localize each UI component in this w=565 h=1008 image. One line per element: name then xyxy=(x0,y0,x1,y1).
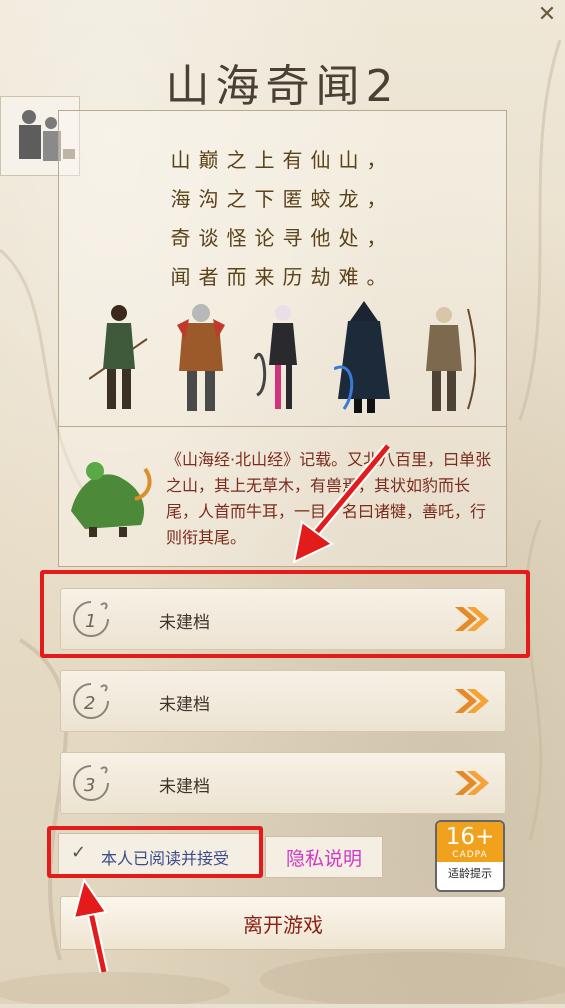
age-rating-caption: 适龄提示 xyxy=(437,862,503,886)
intro-poem: 山巅之上有仙山， 海沟之下匿蛟龙， 奇谈怪论寻他处， 闻者而来历劫难。 xyxy=(59,141,506,297)
highlight-box-save-slot-1 xyxy=(40,570,530,658)
double-chevron-right-icon xyxy=(455,689,489,713)
save-slot-label: 未建档 xyxy=(159,695,210,715)
game-title: 山海奇闻2 xyxy=(165,61,400,112)
close-button[interactable]: ✕ xyxy=(533,0,561,28)
privacy-button[interactable]: 隐私说明 xyxy=(265,836,383,878)
age-rating-badge[interactable]: 16+ CADPA 适龄提示 xyxy=(435,820,505,892)
red-arrow-down-left-icon xyxy=(292,443,392,564)
slot-number-3-icon: 3 xyxy=(73,765,109,801)
poem-line: 山巅之上有仙山， xyxy=(170,148,395,172)
age-rating-value: 16+ xyxy=(445,824,495,850)
save-slot-3[interactable]: 3 未建档 xyxy=(60,752,506,814)
age-rating-org: CADPA xyxy=(452,850,488,860)
archer-elder-icon xyxy=(426,307,476,411)
dark-reaper-icon xyxy=(334,301,391,413)
svg-text:3: 3 xyxy=(84,775,95,796)
close-icon: ✕ xyxy=(537,1,557,27)
exit-game-button[interactable]: 离开游戏 xyxy=(60,896,506,950)
highlight-box-agreement xyxy=(47,826,263,878)
hero-lineup xyxy=(59,299,506,417)
svg-text:2: 2 xyxy=(84,693,95,714)
red-arrow-up-icon xyxy=(72,878,109,973)
slot-number-2-icon: 2 xyxy=(73,683,109,719)
poem-line: 奇谈怪论寻他处， xyxy=(170,226,395,250)
spear-warrior-icon xyxy=(89,305,148,409)
scythe-dancer-icon xyxy=(253,305,297,409)
zhujian-beast-icon xyxy=(71,462,152,537)
poem-line: 闻者而来历劫难。 xyxy=(170,265,395,289)
age-rating-top: 16+ CADPA xyxy=(437,822,503,862)
save-slot-2[interactable]: 2 未建档 xyxy=(60,670,506,732)
double-chevron-right-icon xyxy=(455,771,489,795)
armored-knight-icon xyxy=(176,304,225,411)
poem-line: 海沟之下匿蛟龙， xyxy=(170,187,395,211)
save-slot-label: 未建档 xyxy=(159,777,210,797)
